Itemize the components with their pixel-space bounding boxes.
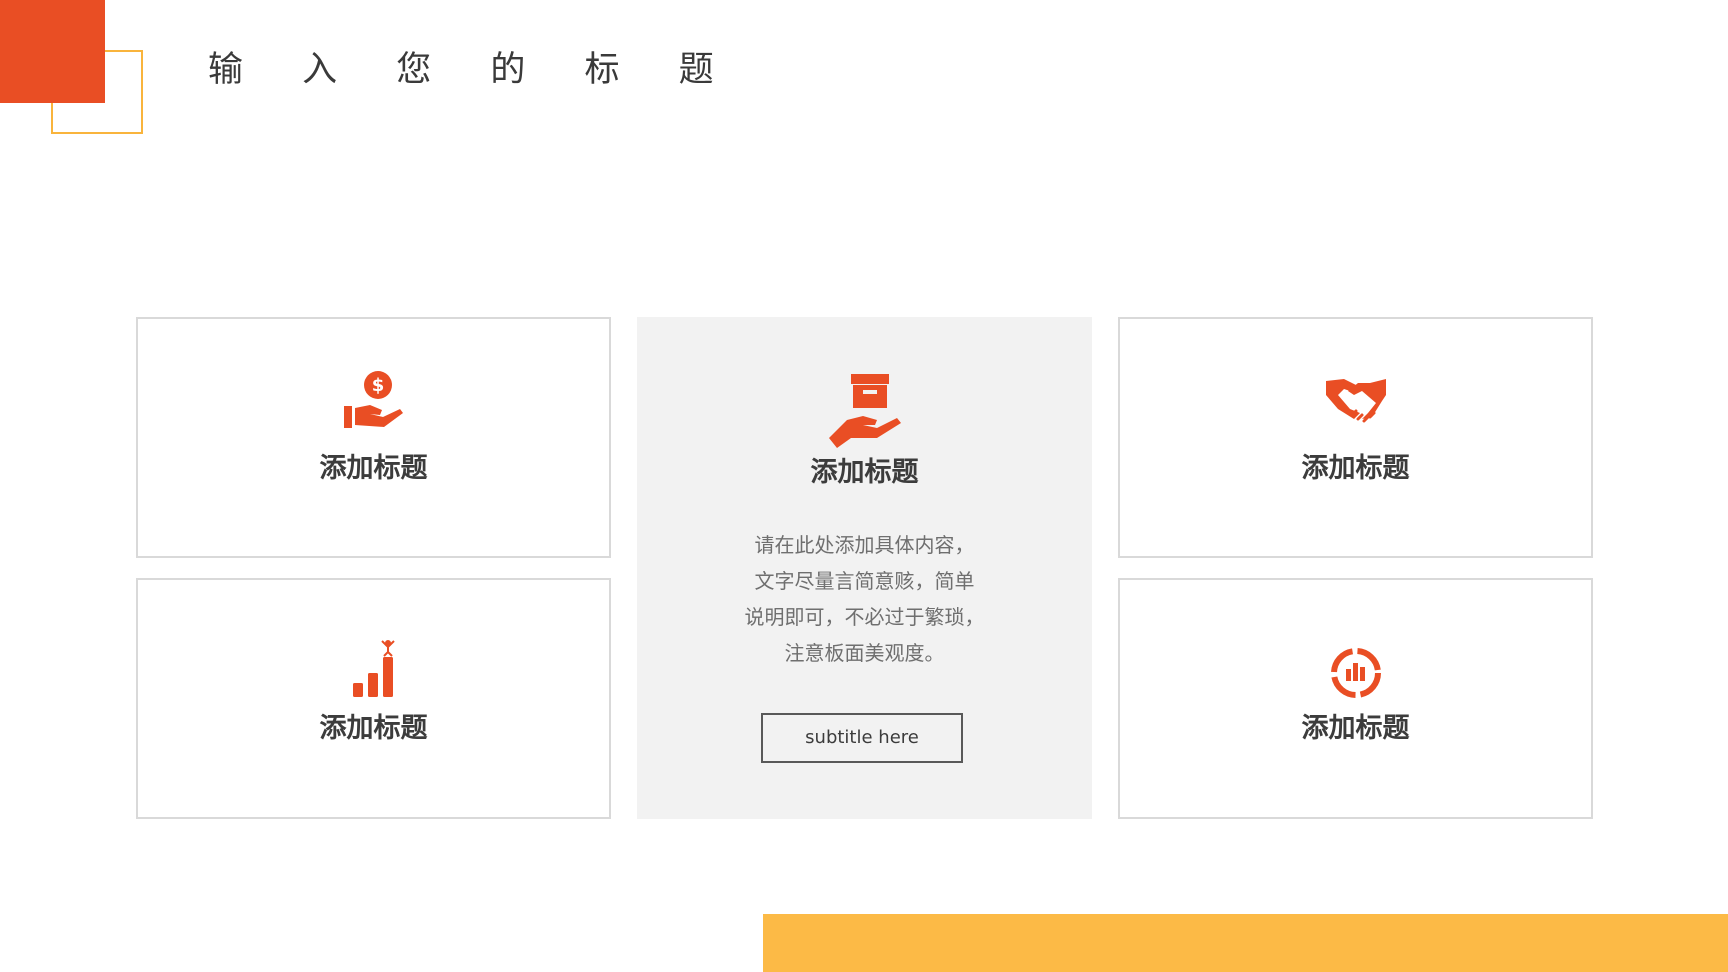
card-title: 添加标题 bbox=[319, 453, 428, 484]
card-top-left: $ 添加标题 bbox=[136, 317, 611, 558]
box-hand-icon bbox=[825, 372, 905, 452]
subtitle-button[interactable]: subtitle here bbox=[761, 713, 963, 763]
card-bottom-right: 添加标题 bbox=[1118, 578, 1593, 819]
card-title: 添加标题 bbox=[810, 457, 919, 488]
description-line: 文字尽量言简意赅，简单 bbox=[754, 569, 975, 593]
description-line: 注意板面美观度。 bbox=[784, 641, 945, 665]
description: 请在此处添加具体内容， 文字尽量言简意赅，简单 说明即可，不必过于繁琐， 注意板… bbox=[677, 527, 1052, 671]
money-hand-icon: $ bbox=[338, 369, 410, 441]
description-line: 请在此处添加具体内容， bbox=[754, 533, 975, 557]
description-line: 说明即可，不必过于繁琐， bbox=[744, 605, 985, 629]
card-center: 添加标题 请在此处添加具体内容， 文字尽量言简意赅，简单 说明即可，不必过于繁琐… bbox=[637, 317, 1092, 819]
card-title: 添加标题 bbox=[319, 713, 428, 744]
card-top-right: 添加标题 bbox=[1118, 317, 1593, 558]
card-title: 添加标题 bbox=[1301, 453, 1410, 484]
decor-filled-square bbox=[0, 0, 105, 103]
growth-chart-icon bbox=[338, 637, 410, 709]
svg-text:$: $ bbox=[371, 375, 384, 396]
page-title: 输 入 您 的 标 题 bbox=[208, 50, 738, 90]
handshake-icon bbox=[1320, 369, 1392, 441]
chart-circle-icon bbox=[1320, 637, 1392, 709]
card-title: 添加标题 bbox=[1301, 713, 1410, 744]
card-bottom-left: 添加标题 bbox=[136, 578, 611, 819]
footer-accent-bar bbox=[763, 914, 1728, 972]
